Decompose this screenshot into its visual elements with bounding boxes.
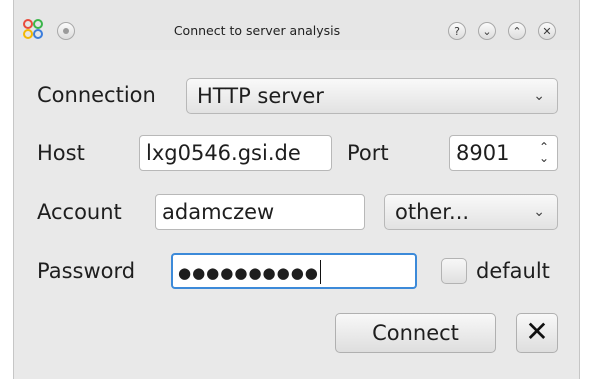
password-input[interactable]: ●●●●●●●●●● [171, 253, 417, 289]
connection-label: Connection [37, 83, 156, 107]
port-spinbox[interactable]: 8901 ⌃ ⌄ [449, 135, 558, 171]
spin-arrows-icon[interactable]: ⌃ ⌄ [539, 136, 549, 170]
account-label: Account [37, 200, 122, 224]
text-cursor [319, 260, 321, 284]
connection-type-select[interactable]: HTTP server ⌄ [186, 78, 558, 114]
default-checkbox[interactable] [441, 258, 467, 284]
connect-dialog: Connect to server analysis ? ⌄ ⌃ ✕ Conne… [13, 0, 580, 379]
chevron-down-icon: ⌄ [533, 204, 545, 220]
close-icon: ✕ [525, 315, 549, 348]
host-input[interactable]: lxg0546.gsi.de [139, 135, 332, 171]
account-type-value: other... [395, 200, 470, 224]
password-value: ●●●●●●●●●● [178, 264, 319, 282]
connection-type-value: HTTP server [197, 84, 324, 108]
close-icon[interactable]: ✕ [538, 22, 556, 40]
port-label: Port [347, 141, 389, 165]
port-value: 8901 [456, 141, 510, 165]
default-label[interactable]: default [476, 257, 550, 285]
host-label: Host [37, 141, 85, 165]
account-input[interactable]: adamczew [155, 194, 365, 230]
window-title: Connect to server analysis [173, 23, 341, 38]
minimize-icon[interactable]: ⌄ [478, 22, 496, 40]
circle-menu-icon[interactable] [57, 22, 75, 40]
help-icon[interactable]: ? [448, 22, 466, 40]
app-logo-icon [23, 19, 43, 39]
cancel-button[interactable]: ✕ [516, 313, 558, 353]
maximize-icon[interactable]: ⌃ [508, 22, 526, 40]
chevron-down-icon: ⌄ [533, 88, 545, 104]
connect-button[interactable]: Connect [335, 313, 496, 353]
password-label: Password [37, 259, 136, 283]
title-bar[interactable]: Connect to server analysis ? ⌄ ⌃ ✕ [14, 0, 579, 50]
account-type-select[interactable]: other... ⌄ [384, 194, 558, 230]
